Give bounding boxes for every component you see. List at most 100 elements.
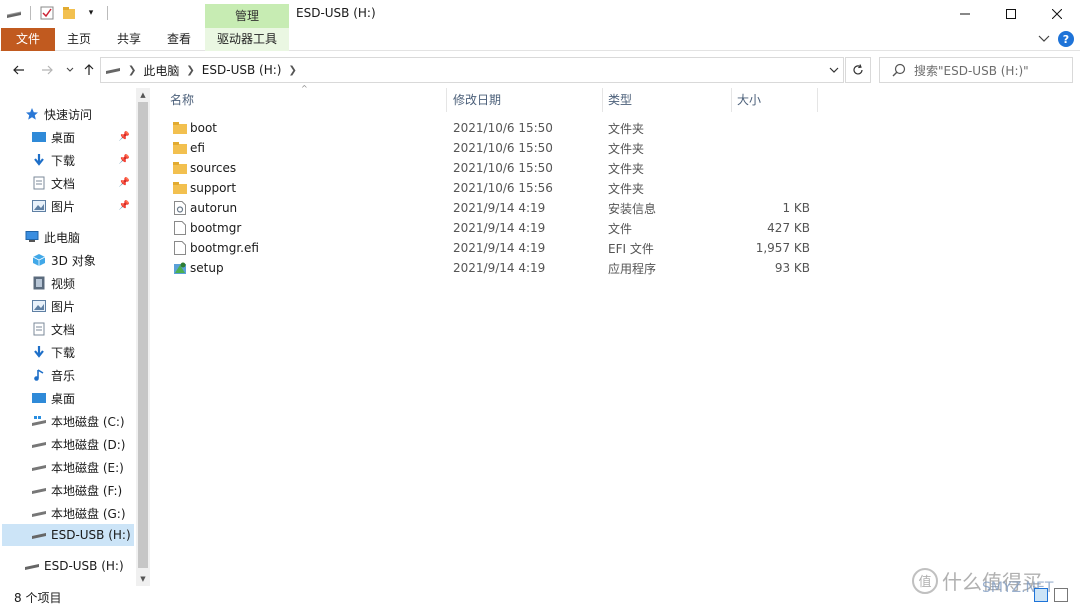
ribbon-controls: ? (1038, 31, 1074, 47)
tab-file[interactable]: 文件 (1, 28, 55, 51)
quick-access-toolbar: ▾ (6, 5, 110, 21)
pin-icon[interactable]: 📌 (119, 132, 130, 142)
file-type: 应用程序 (608, 261, 657, 276)
nav-quick-downloads[interactable]: 下载 📌 (31, 149, 134, 171)
pin-icon[interactable]: 📌 (119, 178, 130, 188)
expand-ribbon-icon[interactable] (1038, 32, 1050, 46)
minimize-button[interactable] (942, 0, 988, 28)
up-button[interactable] (80, 60, 98, 80)
drive-icon (31, 483, 47, 497)
nav-desktop[interactable]: 桌面 (31, 387, 136, 409)
drive-icon[interactable] (6, 5, 22, 21)
usb-drive-icon (24, 559, 40, 573)
recent-locations-button[interactable] (61, 60, 79, 80)
nav-usb-root[interactable]: ESD-USB (H:) (24, 555, 136, 577)
column-header-name[interactable]: 名称 (170, 88, 194, 112)
folder-icon (172, 160, 188, 176)
scrollbar-thumb[interactable] (138, 102, 148, 568)
tab-view[interactable]: 查看 (158, 28, 200, 51)
chevron-down-icon[interactable] (829, 63, 839, 76)
close-button[interactable] (1034, 0, 1080, 28)
nav-quick-pictures[interactable]: 图片 📌 (31, 195, 134, 217)
chevron-right-icon[interactable]: ❯ (128, 65, 136, 76)
nav-this-pc[interactable]: 此电脑 (24, 226, 136, 248)
pin-icon[interactable]: 📌 (119, 201, 130, 211)
scroll-up-arrow-icon[interactable]: ▲ (136, 89, 150, 101)
file-name: efi (190, 141, 205, 155)
file-row[interactable]: boot 2021/10/6 15:50 文件夹 (164, 118, 820, 138)
drive-icon (105, 64, 121, 76)
large-icons-view-button[interactable] (1054, 588, 1068, 602)
nav-scrollbar[interactable]: ▲ ▼ (136, 88, 150, 586)
file-type: 安装信息 (608, 201, 657, 216)
column-header-date[interactable]: 修改日期 (453, 88, 501, 112)
nav-drive-g[interactable]: 本地磁盘 (G:) (31, 502, 136, 524)
search-input[interactable]: 搜索"ESD-USB (H:)" (879, 57, 1073, 83)
folder-icon (172, 140, 188, 156)
refresh-button[interactable] (845, 57, 871, 83)
breadcrumb-esd-usb[interactable]: ESD-USB (H:) (202, 63, 282, 77)
column-header-type[interactable]: 类型 (608, 88, 632, 112)
nav-pictures[interactable]: 图片 (31, 295, 136, 317)
nav-quick-access[interactable]: 快速访问 (24, 103, 136, 125)
column-divider[interactable] (731, 88, 732, 112)
pin-icon[interactable]: 📌 (119, 155, 130, 165)
pictures-icon (31, 199, 47, 213)
file-row[interactable]: autorun 2021/9/14 4:19 安装信息 1 KB (164, 198, 820, 218)
file-date: 2021/9/14 4:19 (453, 201, 546, 215)
nav-quick-documents[interactable]: 文档 📌 (31, 172, 134, 194)
pictures-icon (31, 299, 47, 313)
maximize-button[interactable] (988, 0, 1034, 28)
file-row[interactable]: support 2021/10/6 15:56 文件夹 (164, 178, 820, 198)
tab-drive-tools[interactable]: 驱动器工具 (205, 28, 289, 51)
nav-drive-c[interactable]: 本地磁盘 (C:) (31, 410, 136, 432)
column-divider[interactable] (817, 88, 818, 112)
nav-downloads[interactable]: 下载 (31, 341, 136, 363)
column-divider[interactable] (446, 88, 447, 112)
nav-label: 图片 (51, 299, 76, 314)
nav-documents[interactable]: 文档 (31, 318, 136, 340)
navigation-pane: 快速访问 桌面 📌 下载 📌 文档 📌 图片 📌 此电脑 3D 对象 视频 图片… (0, 88, 136, 588)
tab-share[interactable]: 共享 (108, 28, 150, 51)
file-name: setup (190, 261, 224, 275)
address-bar[interactable]: ❯ 此电脑 ❯ ESD-USB (H:) ❯ (100, 57, 844, 83)
properties-icon[interactable] (39, 5, 55, 21)
chevron-right-icon[interactable]: ❯ (288, 65, 296, 76)
nav-music[interactable]: 音乐 (31, 364, 136, 386)
breadcrumb-this-pc[interactable]: 此电脑 (143, 62, 179, 79)
file-type: EFI 文件 (608, 241, 654, 256)
nav-label: 下载 (51, 153, 76, 168)
nav-label: 音乐 (51, 368, 76, 383)
nav-drive-e[interactable]: 本地磁盘 (E:) (31, 456, 136, 478)
nav-drive-d[interactable]: 本地磁盘 (D:) (31, 433, 136, 455)
column-header-size[interactable]: 大小 (737, 88, 761, 112)
new-folder-icon[interactable] (61, 5, 77, 21)
file-row[interactable]: sources 2021/10/6 15:50 文件夹 (164, 158, 820, 178)
forward-button[interactable] (38, 60, 56, 80)
tab-manage[interactable]: 管理 (205, 4, 289, 28)
details-view-button[interactable] (1034, 588, 1048, 602)
nav-label: 本地磁盘 (G:) (51, 506, 126, 521)
file-size: 93 KB (774, 261, 810, 275)
file-row[interactable]: setup 2021/9/14 4:19 应用程序 93 KB (164, 258, 820, 278)
customize-toolbar-icon[interactable]: ▾ (83, 5, 99, 21)
nav-videos[interactable]: 视频 (31, 272, 136, 294)
download-icon (31, 345, 47, 359)
tab-home[interactable]: 主页 (58, 28, 100, 51)
file-row[interactable]: efi 2021/10/6 15:50 文件夹 (164, 138, 820, 158)
nav-quick-desktop[interactable]: 桌面 📌 (31, 126, 134, 148)
file-type: 文件夹 (608, 141, 645, 156)
help-icon[interactable]: ? (1058, 31, 1074, 47)
scroll-down-arrow-icon[interactable]: ▼ (136, 573, 150, 585)
nav-drive-f[interactable]: 本地磁盘 (F:) (31, 479, 136, 501)
back-button[interactable] (10, 60, 28, 80)
file-name: boot (190, 121, 218, 135)
file-row[interactable]: bootmgr.efi 2021/9/14 4:19 EFI 文件 1,957 … (164, 238, 820, 258)
column-divider[interactable] (602, 88, 603, 112)
nav-drive-h[interactable]: ESD-USB (H:) (2, 524, 134, 546)
toolbar-divider (107, 6, 108, 20)
chevron-right-icon[interactable]: ❯ (186, 65, 194, 76)
videos-icon (31, 276, 47, 290)
nav-3d-objects[interactable]: 3D 对象 (31, 249, 136, 271)
file-row[interactable]: bootmgr 2021/9/14 4:19 文件 427 KB (164, 218, 820, 238)
